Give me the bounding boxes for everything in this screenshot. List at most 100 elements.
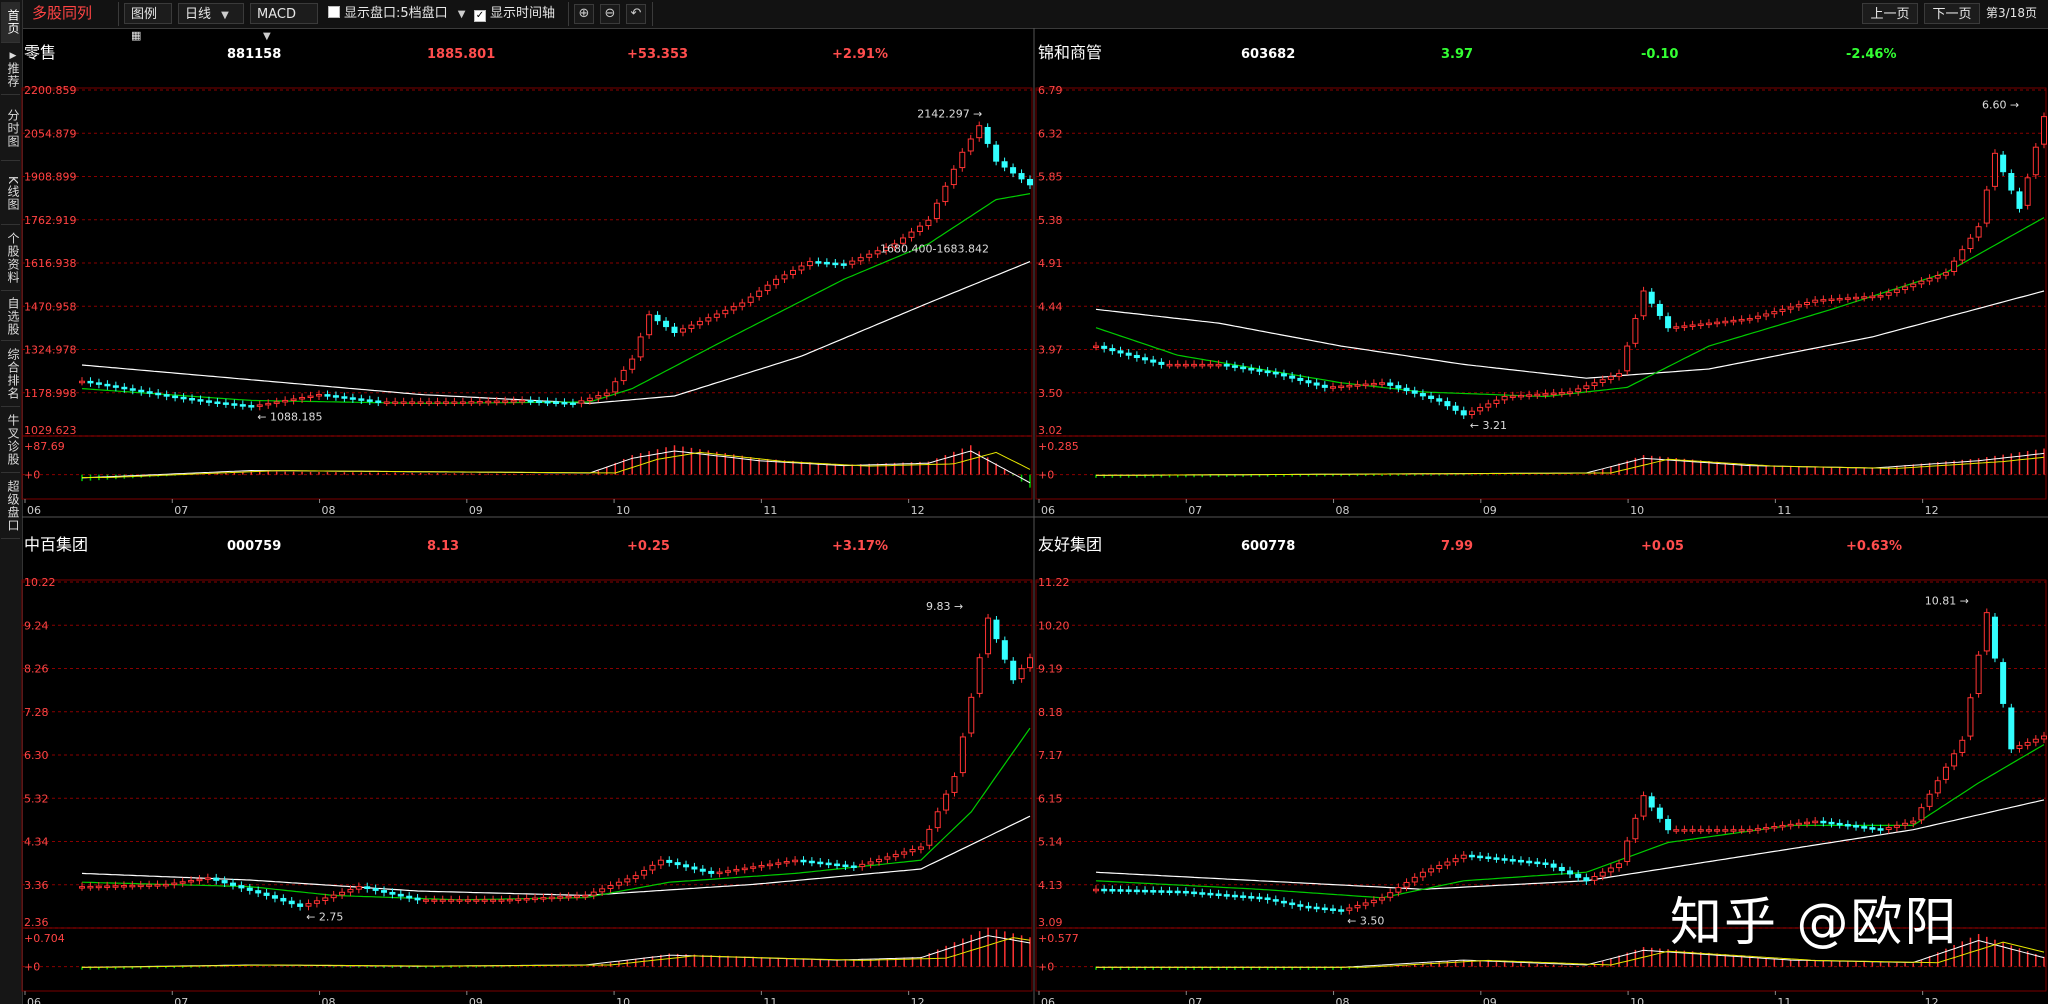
candle-body <box>867 861 874 865</box>
candle-body <box>162 883 169 887</box>
candle-body <box>705 317 712 322</box>
candle-body <box>248 405 255 408</box>
candle-body <box>850 865 857 868</box>
candle-body <box>87 885 94 889</box>
candle-body <box>934 811 941 829</box>
candle-body <box>1959 739 1966 753</box>
x-tick-label: 07 <box>174 996 188 1004</box>
y-tick-label: 7.28 <box>24 706 49 719</box>
candle-body <box>1583 877 1590 882</box>
candle-body <box>540 897 547 900</box>
x-tick-label: 10 <box>616 504 630 517</box>
candle-body <box>493 400 500 404</box>
candle-body <box>1125 352 1132 356</box>
candle-body <box>473 899 480 902</box>
candle-body <box>1991 616 1998 659</box>
x-tick-label: 11 <box>763 996 777 1004</box>
candle-body <box>1093 345 1099 349</box>
candle-body <box>231 403 238 406</box>
candle-body <box>79 886 85 889</box>
high-annotation: 6.60 → <box>1982 99 2019 112</box>
x-tick-label: 12 <box>911 504 925 517</box>
candle-body <box>358 398 365 401</box>
candle-body <box>1705 322 1712 326</box>
candle-body <box>875 858 882 863</box>
macd-tick-label: +0 <box>24 961 40 974</box>
candle-body <box>1264 370 1271 374</box>
candle-body <box>1346 384 1353 388</box>
high-annotation: 9.83 → <box>926 600 963 613</box>
candle-body <box>976 125 983 139</box>
candle-body <box>557 896 564 899</box>
candle-body <box>1869 295 1876 299</box>
candle-body <box>1648 291 1655 304</box>
candle-body <box>146 391 153 394</box>
candle-body <box>1861 296 1868 299</box>
x-tick-label: 06 <box>1041 996 1055 1004</box>
range-annotation: 1680.400-1683.842 <box>880 243 989 256</box>
candle-body <box>1452 405 1459 411</box>
candle-body <box>1542 862 1549 865</box>
candle-body <box>1109 889 1116 892</box>
candle-body <box>349 397 356 400</box>
candle-body <box>180 396 187 400</box>
candle-body <box>129 884 136 888</box>
candle-body <box>255 890 262 894</box>
candle-body <box>1109 348 1116 352</box>
x-tick-label: 09 <box>469 996 483 1004</box>
x-tick-label: 07 <box>1188 996 1202 1004</box>
candle-body <box>1567 391 1573 394</box>
candle-body <box>1714 321 1721 325</box>
candle-body <box>590 891 597 896</box>
candle-body <box>1967 697 1974 737</box>
candle-body <box>1550 392 1557 396</box>
candle-body <box>222 402 229 405</box>
candle-body <box>739 302 746 307</box>
candle-body <box>985 617 992 655</box>
candle-body <box>1902 822 1909 826</box>
candle-body <box>288 900 295 905</box>
candle-body <box>1844 297 1851 300</box>
y-tick-label: 2.36 <box>24 916 49 929</box>
candle-body <box>1820 299 1827 302</box>
macd-tick-label: +0 <box>24 469 40 482</box>
candle-body <box>498 899 505 902</box>
candle-body <box>1795 822 1802 826</box>
candle-body <box>1918 280 1925 285</box>
candle-body <box>1338 909 1345 912</box>
y-tick-label: 10.20 <box>1038 619 1070 632</box>
candle-body <box>104 885 111 888</box>
candle-body <box>1591 876 1598 881</box>
candle-body <box>1902 286 1909 291</box>
candle-body <box>1501 396 1508 401</box>
candle-body <box>1763 313 1770 317</box>
candle-body <box>603 392 610 396</box>
candle-body <box>1722 320 1729 324</box>
candle-body <box>1787 306 1794 310</box>
low-annotation: ← 3.50 <box>1347 915 1384 928</box>
candle-body <box>674 862 681 866</box>
candle-body <box>942 185 949 203</box>
candle-body <box>256 404 263 407</box>
candle-body <box>1133 889 1140 893</box>
candle-body <box>87 380 94 384</box>
candle-body <box>790 269 796 275</box>
candle-body <box>1567 870 1573 875</box>
candle-body <box>1877 295 1884 298</box>
candle-body <box>324 394 331 397</box>
high-annotation: 2142.297 → <box>917 108 982 121</box>
macd-tick-label: +0.285 <box>1038 440 1079 453</box>
candle-body <box>1738 829 1745 832</box>
candle-body <box>1804 301 1810 306</box>
candle-body <box>519 399 526 403</box>
y-tick-label: 7.17 <box>1038 749 1063 762</box>
candle-body <box>481 899 488 902</box>
stock-price: 7.99 <box>1441 539 1473 554</box>
candle-body <box>859 863 866 868</box>
x-tick-label: 07 <box>174 504 188 517</box>
candle-body <box>1624 840 1631 862</box>
candle-body <box>1010 660 1017 681</box>
y-tick-label: 4.44 <box>1038 300 1063 313</box>
candle-body <box>1746 318 1753 321</box>
ma-short-line <box>81 193 1031 404</box>
